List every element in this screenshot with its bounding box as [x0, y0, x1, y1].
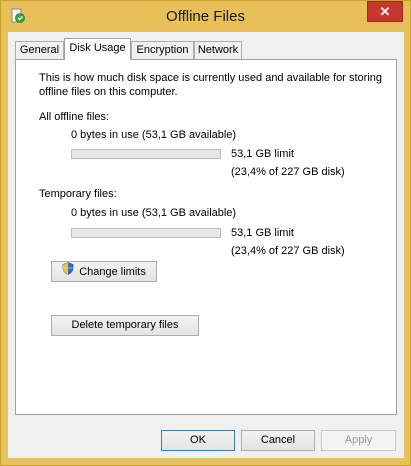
- all-offline-heading: All offline files:: [39, 111, 110, 123]
- temporary-usage: 0 bytes in use (53,1 GB available): [71, 207, 237, 219]
- temporary-usage-bar: [71, 228, 221, 238]
- tab-label: Disk Usage: [69, 42, 126, 54]
- close-icon: ✕: [379, 4, 391, 19]
- temporary-heading: Temporary files:: [39, 188, 117, 200]
- delete-temporary-files-label: Delete temporary files: [71, 319, 179, 331]
- all-offline-limit: 53,1 GB limit: [231, 148, 294, 160]
- delete-temporary-files-button[interactable]: Delete temporary files: [51, 315, 199, 336]
- tab-label: Network: [197, 44, 239, 56]
- offline-files-window: Offline Files ✕ General Disk Usage Encry…: [0, 0, 411, 466]
- all-offline-usage-bar: [71, 149, 221, 159]
- tab-disk-usage[interactable]: Disk Usage: [64, 38, 131, 60]
- tab-general[interactable]: General: [15, 41, 64, 59]
- tab-label: General: [19, 44, 60, 56]
- ok-button[interactable]: OK: [161, 430, 235, 451]
- intro-text-line2: offline files on this computer.: [39, 86, 178, 98]
- apply-button[interactable]: Apply: [321, 430, 396, 451]
- apply-label: Apply: [344, 434, 373, 446]
- temporary-limit: 53,1 GB limit: [231, 227, 294, 239]
- window-title: Offline Files: [166, 8, 245, 25]
- tab-label: Encryption: [136, 44, 189, 56]
- title-bar[interactable]: Offline Files ✕: [1, 1, 410, 32]
- cancel-label: Cancel: [260, 434, 296, 446]
- disk-usage-panel: This is how much disk space is currently…: [15, 59, 397, 415]
- all-offline-percent: (23,4% of 227 GB disk): [231, 166, 345, 178]
- uac-shield-icon: [62, 262, 74, 282]
- change-limits-button[interactable]: Change limits: [51, 261, 157, 282]
- intro-text-line1: This is how much disk space is currently…: [39, 72, 382, 84]
- dialog-client-area: General Disk Usage Encryption Network Th…: [8, 32, 404, 458]
- all-offline-usage: 0 bytes in use (53,1 GB available): [71, 129, 237, 141]
- temporary-percent: (23,4% of 227 GB disk): [231, 245, 345, 257]
- ok-label: OK: [190, 434, 206, 446]
- tab-network[interactable]: Network: [194, 41, 242, 59]
- cancel-button[interactable]: Cancel: [241, 430, 315, 451]
- tab-encryption[interactable]: Encryption: [131, 41, 194, 59]
- close-button[interactable]: ✕: [367, 1, 403, 22]
- change-limits-label: Change limits: [79, 265, 146, 278]
